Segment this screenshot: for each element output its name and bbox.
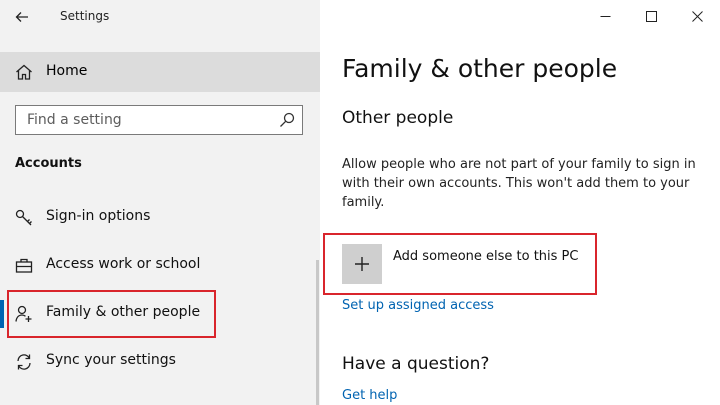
get-help-link[interactable]: Get help [342, 388, 397, 403]
maximize-button[interactable] [628, 0, 674, 32]
nav-home-label: Home [46, 63, 88, 79]
sidebar-item-label: Sync your settings [46, 352, 176, 368]
home-icon [16, 64, 32, 80]
app-title: Settings [60, 9, 110, 23]
active-indicator [0, 300, 4, 328]
search-placeholder: Find a setting [27, 112, 122, 128]
sidebar-item-label: Access work or school [46, 256, 201, 272]
highlight-frame [7, 290, 216, 338]
description-text: Allow people who are not part of your fa… [342, 157, 696, 210]
sidebar-item-label: Sign-in options [46, 208, 151, 224]
search-icon[interactable] [279, 112, 295, 128]
maximize-icon [645, 10, 657, 22]
plus-icon [355, 257, 369, 271]
sidebar-scrollbar[interactable] [316, 260, 319, 405]
main-content: Family & other people Other people Allow… [320, 0, 720, 405]
page-title: Family & other people [342, 54, 618, 83]
sidebar-item-sync-your-settings[interactable]: Sync your settings [0, 342, 320, 382]
briefcase-icon [15, 258, 33, 273]
arrow-left-icon [15, 12, 28, 22]
sync-icon [17, 354, 31, 370]
minimize-button[interactable] [582, 0, 628, 32]
close-icon [691, 10, 703, 22]
close-button[interactable] [674, 0, 720, 32]
back-button[interactable] [10, 6, 34, 28]
sidebar: Settings Home Find a setting Accounts Si… [0, 0, 320, 405]
title-bar: Settings [0, 0, 320, 34]
add-person-button[interactable] [342, 244, 382, 284]
minimize-icon [600, 15, 610, 17]
sidebar-item-sign-in-options[interactable]: Sign-in options [0, 198, 320, 238]
key-icon [15, 209, 32, 226]
section-header: Accounts [15, 156, 82, 171]
assigned-access-link[interactable]: Set up assigned access [342, 298, 494, 313]
sidebar-item-access-work-or-school[interactable]: Access work or school [0, 246, 320, 286]
nav-home[interactable]: Home [0, 52, 320, 92]
section-title-other-people: Other people [342, 108, 454, 128]
search-input[interactable]: Find a setting [15, 105, 303, 135]
question-heading: Have a question? [342, 354, 490, 374]
window-controls [582, 0, 720, 34]
add-person-label[interactable]: Add someone else to this PC [393, 249, 578, 264]
